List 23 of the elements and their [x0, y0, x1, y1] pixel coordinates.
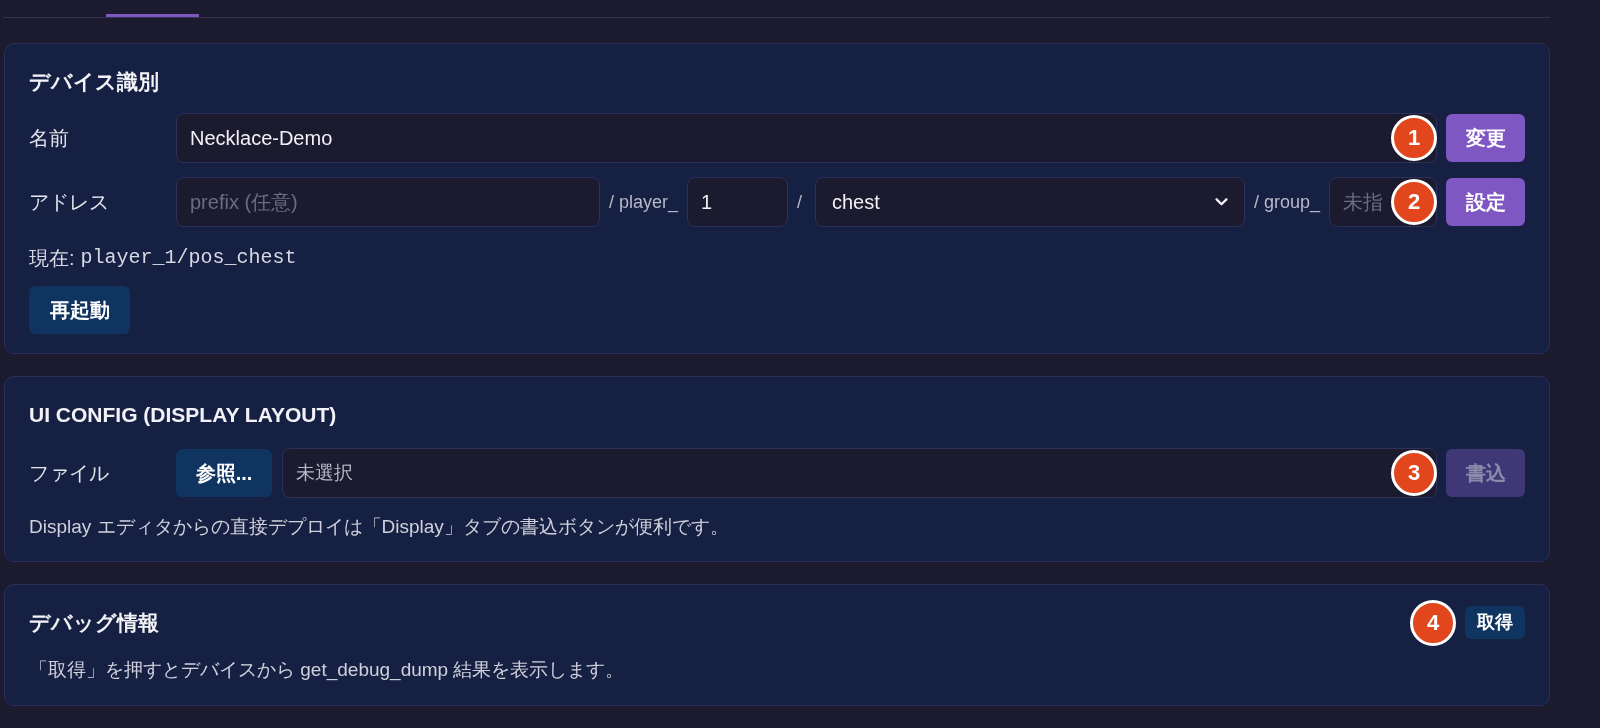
player-number-input[interactable]: 1 — [687, 177, 788, 227]
path-separator: / player_ — [608, 190, 678, 215]
path-separator: / group_ — [1253, 190, 1320, 215]
field-label: 名前 — [29, 126, 70, 151]
fetch-button[interactable]: 取得 — [1465, 606, 1525, 639]
section-title: デバイス識別 — [29, 69, 160, 95]
path-separator: / — [797, 190, 802, 214]
set-button[interactable]: 設定 — [1446, 178, 1525, 226]
change-button[interactable]: 変更 — [1446, 114, 1525, 162]
browse-button[interactable]: 参照... — [176, 449, 272, 497]
section-title: デバッグ情報 — [29, 609, 159, 636]
current-address-label: 現在: — [29, 246, 75, 270]
section-title: UI CONFIG (DISPLAY LAYOUT) — [29, 402, 338, 428]
field-label: アドレス — [29, 190, 110, 215]
position-select[interactable]: chest — [815, 177, 1245, 227]
restart-button[interactable]: 再起動 — [29, 286, 130, 334]
field-label: ファイル — [29, 461, 110, 486]
current-address-path: player_1/pos_chest — [80, 246, 297, 270]
help-text: Display エディタからの直接デプロイは「Display」タブの書込ボタンが便利です。 — [29, 515, 730, 539]
chevron-down-icon — [1214, 198, 1228, 206]
prefix-input[interactable]: prefix (任意) — [176, 177, 600, 227]
help-text: 「取得」を押すとデバイスから get_debug_dump 結果を表示します。 — [29, 658, 626, 682]
callout-number: 4 — [1410, 599, 1456, 646]
